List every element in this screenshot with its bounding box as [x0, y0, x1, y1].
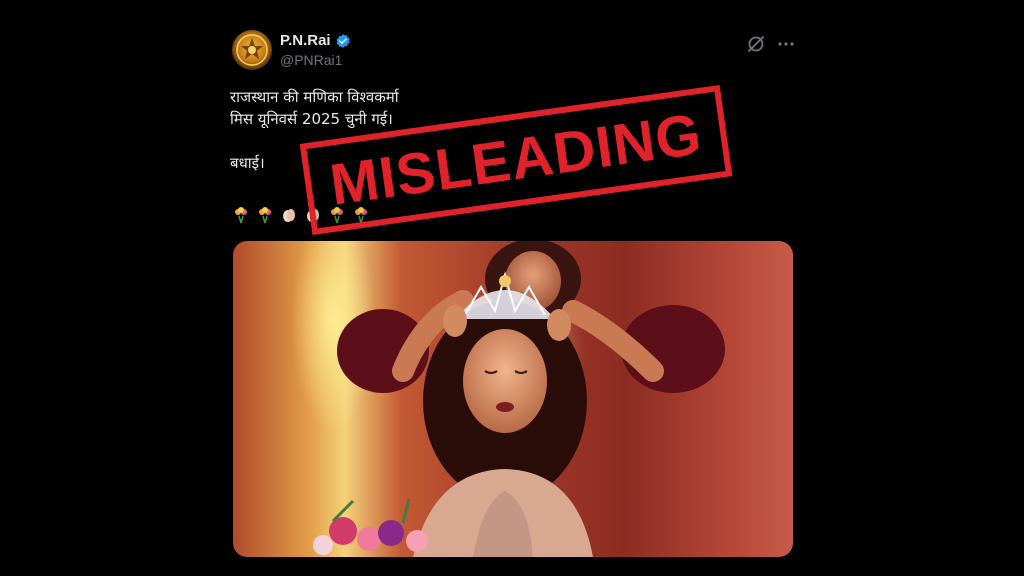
verified-badge-icon: [336, 33, 349, 48]
display-name[interactable]: P.N.Rai: [280, 32, 331, 49]
bouquet-icon: [235, 207, 247, 224]
user-handle[interactable]: @PNRai1: [280, 52, 342, 68]
crowning-photo-illustration: [313, 241, 725, 557]
tweet-media-photo[interactable]: [233, 241, 793, 557]
avatar-emblem-icon: [236, 34, 268, 66]
more-horizontal-icon[interactable]: [776, 34, 796, 54]
avatar[interactable]: [232, 30, 272, 70]
grok-icon[interactable]: [746, 34, 766, 54]
clapping-hands-icon: [283, 209, 295, 222]
bouquet-icon: [259, 207, 271, 224]
